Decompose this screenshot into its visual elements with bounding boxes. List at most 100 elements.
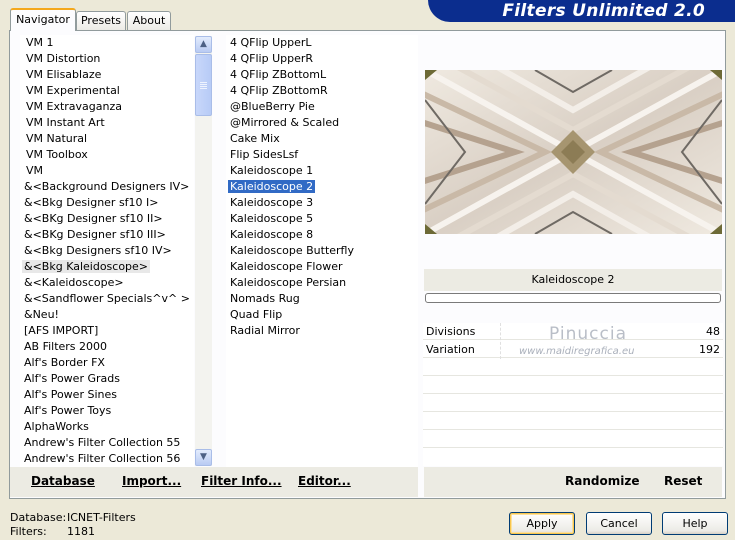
category-item[interactable]: Alf's Border FX [20, 355, 194, 371]
category-item-label: &<Bkg Designer sf10 I> [24, 196, 159, 209]
category-item-label: &<BKg Designer sf10 III> [24, 228, 166, 241]
category-item[interactable]: &<Kaleidoscope> [20, 275, 194, 291]
category-item[interactable]: [AFS IMPORT] [20, 323, 194, 339]
category-item-label: VM Elisablaze [26, 68, 102, 81]
filter-item[interactable]: Kaleidoscope 1 [226, 163, 418, 179]
filter-item[interactable]: 4 QFlip ZBottomL [226, 67, 418, 83]
filter-item[interactable]: Kaleidoscope 3 [226, 195, 418, 211]
category-item[interactable]: Alf's Power Sines [20, 387, 194, 403]
progress-bar [425, 293, 721, 303]
filter-item[interactable]: @BlueBerry Pie [226, 99, 418, 115]
category-item[interactable]: Alf's Power Grads [20, 371, 194, 387]
category-item[interactable]: VM Instant Art [20, 115, 194, 131]
filter-item[interactable]: Kaleidoscope 5 [226, 211, 418, 227]
category-item[interactable]: &<BKg Designer sf10 II> [20, 211, 194, 227]
scroll-thumb[interactable] [195, 54, 212, 116]
scroll-up-button[interactable]: ▲ [195, 36, 212, 53]
category-item-label: VM Extravaganza [26, 100, 123, 113]
filter-item-label: 4 QFlip UpperL [230, 36, 312, 49]
tab-about[interactable]: About [127, 11, 171, 30]
filter-item[interactable]: 4 QFlip ZBottomR [226, 83, 418, 99]
category-item-label: Alf's Power Toys [24, 404, 112, 417]
filter-item[interactable]: Cake Mix [226, 131, 418, 147]
app-title-banner: Filters Unlimited 2.0 [428, 0, 735, 22]
param-value[interactable]: 192 [699, 341, 720, 358]
scroll-down-button[interactable]: ▼ [195, 449, 212, 466]
right-action-bar: Randomize Reset [424, 467, 722, 497]
filter-item[interactable]: Kaleidoscope Flower [226, 259, 418, 275]
category-item[interactable]: VM Elisablaze [20, 67, 194, 83]
tab-navigator[interactable]: Navigator [10, 8, 76, 31]
category-item[interactable]: &<Bkg Designer sf10 I> [20, 195, 194, 211]
apply-button[interactable]: Apply [509, 512, 575, 535]
filter-item-label: @BlueBerry Pie [230, 100, 315, 113]
category-item[interactable]: &<Background Designers IV> [20, 179, 194, 195]
category-item[interactable]: VM Natural [20, 131, 194, 147]
help-button[interactable]: Help [662, 512, 728, 535]
filter-item[interactable]: Quad Flip [226, 307, 418, 323]
param-row-empty [423, 413, 723, 430]
category-item[interactable]: VM Toolbox [20, 147, 194, 163]
filter-item[interactable]: Kaleidoscope 2 [226, 179, 418, 195]
filter-item-label: 4 QFlip UpperR [230, 52, 314, 65]
category-item[interactable]: &<BKg Designer sf10 III> [20, 227, 194, 243]
category-item[interactable]: VM Experimental [20, 83, 194, 99]
param-row-empty [423, 377, 723, 394]
filter-item[interactable]: Radial Mirror [226, 323, 418, 339]
filter-item-label: Cake Mix [230, 132, 280, 145]
database-status-label: Database: [10, 511, 67, 524]
category-item[interactable]: VM Distortion [20, 51, 194, 67]
category-item-label: [AFS IMPORT] [24, 324, 99, 337]
category-item-label: Alf's Power Sines [24, 388, 117, 401]
filter-info-button[interactable]: Filter Info... [201, 474, 282, 488]
category-item-label: VM Distortion [26, 52, 101, 65]
database-button[interactable]: Database [31, 474, 95, 488]
category-item[interactable]: &<Sandflower Specials^v^ > [20, 291, 194, 307]
filter-item[interactable]: Kaleidoscope Butterfly [226, 243, 418, 259]
category-item[interactable]: Andrew's Filter Collection 56 [20, 451, 194, 467]
filter-item[interactable]: @Mirrored & Scaled [226, 115, 418, 131]
reset-button[interactable]: Reset [664, 474, 702, 488]
category-item[interactable]: VM 1 [20, 35, 194, 51]
tab-presets[interactable]: Presets [76, 11, 126, 30]
filter-item-label: Kaleidoscope Persian [230, 276, 347, 289]
category-item[interactable]: Andrew's Filter Collection 55 [20, 435, 194, 451]
category-item[interactable]: AlphaWorks [20, 419, 194, 435]
category-item[interactable]: AB Filters 2000 [20, 339, 194, 355]
watermark-name: Pinuccia [549, 324, 627, 344]
filter-item[interactable]: Nomads Rug [226, 291, 418, 307]
param-divider [423, 323, 501, 359]
filter-item-label: Nomads Rug [230, 292, 300, 305]
category-item[interactable]: VM [20, 163, 194, 179]
category-item[interactable]: &<Bkg Designers sf10 IV> [20, 243, 194, 259]
filter-list[interactable]: 4 QFlip UpperL 4 QFlip UpperR 4 QFlip ZBot… [226, 35, 418, 467]
param-row-empty [423, 359, 723, 376]
category-list[interactable]: VM 1 VM Distortion VM Elisablaze VM Experim… [20, 35, 194, 467]
category-scrollbar[interactable]: ▲ ▼ [195, 36, 212, 466]
cancel-button[interactable]: Cancel [586, 512, 652, 535]
filter-item-label: 4 QFlip ZBottomL [230, 68, 327, 81]
category-item[interactable]: &<Bkg Kaleidoscope> [20, 259, 194, 275]
randomize-button[interactable]: Randomize [565, 474, 639, 488]
category-item-label: AB Filters 2000 [24, 340, 108, 353]
import-button[interactable]: Import... [122, 474, 181, 488]
filter-item[interactable]: 4 QFlip UpperL [226, 35, 418, 51]
category-item[interactable]: VM Extravaganza [20, 99, 194, 115]
category-item-label: &<BKg Designer sf10 II> [24, 212, 163, 225]
category-item-label: &<Bkg Kaleidoscope> [22, 260, 151, 273]
filter-item[interactable]: 4 QFlip UpperR [226, 51, 418, 67]
param-value[interactable]: 48 [706, 323, 720, 340]
category-item-label: VM Experimental [26, 84, 120, 97]
filter-item[interactable]: Flip SidesLsf [226, 147, 418, 163]
filter-item-label: Kaleidoscope 5 [230, 212, 314, 225]
editor-button[interactable]: Editor... [298, 474, 351, 488]
category-item-label: VM 1 [26, 36, 54, 49]
category-item[interactable]: Alf's Power Toys [20, 403, 194, 419]
filter-item[interactable]: Kaleidoscope 8 [226, 227, 418, 243]
filter-item-label: Kaleidoscope 2 [228, 180, 316, 193]
filter-item[interactable]: Kaleidoscope Persian [226, 275, 418, 291]
filter-item-label: Kaleidoscope 3 [230, 196, 314, 209]
category-item-label: &<Bkg Designers sf10 IV> [24, 244, 172, 257]
left-action-bar: Database Import... Filter Info... Editor… [10, 467, 418, 497]
category-item[interactable]: &Neu! [20, 307, 194, 323]
